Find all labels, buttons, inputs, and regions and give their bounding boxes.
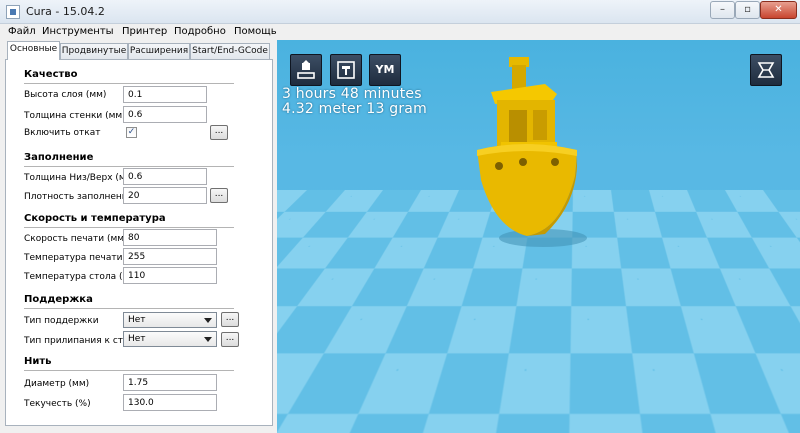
filament-diameter-input[interactable] bbox=[123, 374, 217, 391]
tab-basic[interactable]: Основные bbox=[7, 41, 60, 60]
adhesion-type-select[interactable]: Нет bbox=[123, 331, 217, 347]
layer-height-input[interactable] bbox=[123, 86, 207, 103]
settings-panel: Качество Высота слоя (мм) Толщина стенки… bbox=[5, 59, 273, 426]
section-divider bbox=[24, 227, 234, 228]
bottom-top-thickness-input[interactable] bbox=[123, 168, 207, 185]
menu-help[interactable]: Помощь bbox=[234, 26, 277, 37]
layer-height-label: Высота слоя (мм) bbox=[24, 90, 107, 100]
window-title: Cura - 15.04.2 bbox=[26, 5, 105, 18]
filament-flow-input[interactable] bbox=[123, 394, 217, 411]
retraction-more-button[interactable]: ... bbox=[210, 125, 228, 140]
print-speed-input[interactable] bbox=[123, 229, 217, 246]
support-type-select[interactable]: Нет bbox=[123, 312, 217, 328]
save-toolpath-icon bbox=[337, 61, 355, 79]
retraction-checkbox[interactable]: ✓ bbox=[126, 127, 137, 138]
3d-viewport[interactable]: YM 3 hours 48 minutes 4.32 meter 13 gram bbox=[277, 40, 800, 433]
microphone-icon bbox=[743, 404, 753, 417]
reset-view-button[interactable] bbox=[765, 398, 789, 422]
load-model-icon bbox=[297, 60, 315, 79]
youmagine-share-button[interactable]: YM bbox=[369, 54, 401, 86]
section-divider bbox=[24, 166, 234, 167]
mirror-icon bbox=[375, 392, 393, 408]
retraction-label: Включить откат bbox=[24, 128, 101, 138]
rotate-icon bbox=[297, 390, 315, 407]
adhesion-type-value: Нет bbox=[128, 334, 146, 344]
filament-diameter-label: Диаметр (мм) bbox=[24, 379, 90, 389]
section-fill-title: Заполнение bbox=[24, 152, 94, 163]
support-type-label: Тип поддержки bbox=[24, 316, 99, 326]
filament-flow-label: Текучесть (%) bbox=[24, 399, 91, 409]
minimize-button[interactable]: – bbox=[710, 1, 735, 19]
scale-tool-button[interactable] bbox=[328, 384, 360, 416]
view-mode-button[interactable] bbox=[750, 54, 782, 86]
tab-plugins[interactable]: Расширения bbox=[128, 43, 190, 59]
menu-bar: Файл Инструменты Принтер Подробно Помощь bbox=[0, 24, 800, 41]
wall-thickness-label: Толщина стенки (мм) bbox=[24, 111, 126, 121]
section-speed-temp-title: Скорость и температура bbox=[24, 213, 166, 224]
maximize-button[interactable]: ▫ bbox=[735, 1, 760, 19]
section-filament-title: Нить bbox=[24, 356, 52, 367]
rotate-tool-button[interactable] bbox=[289, 384, 321, 416]
section-divider bbox=[24, 308, 234, 309]
section-quality-title: Качество bbox=[24, 69, 78, 80]
material-usage-text: 4.32 meter 13 gram bbox=[282, 101, 427, 117]
menu-printer[interactable]: Принтер bbox=[122, 26, 167, 37]
bottom-top-thickness-label: Толщина Низ/Верх (мм) bbox=[24, 173, 136, 183]
bed-temperature-label: Температура стола (С) bbox=[24, 272, 133, 282]
print-temperature-label: Температура печати (С) bbox=[24, 253, 139, 263]
view-mode-icon bbox=[757, 62, 775, 78]
fill-density-input[interactable] bbox=[123, 187, 207, 204]
title-bar: Cura - 15.04.2 – ▫ ✕ bbox=[0, 0, 800, 24]
print-time-text: 3 hours 48 minutes bbox=[282, 86, 422, 102]
fill-density-label: Плотность заполнения bbox=[24, 192, 134, 202]
close-button[interactable]: ✕ bbox=[760, 1, 797, 19]
fill-density-more-button[interactable]: ... bbox=[210, 188, 228, 203]
support-type-value: Нет bbox=[128, 315, 146, 325]
menu-file[interactable]: Файл bbox=[8, 26, 36, 37]
chevron-down-icon bbox=[204, 318, 212, 323]
benchy-model[interactable] bbox=[465, 52, 595, 252]
bed-temperature-input[interactable] bbox=[123, 267, 217, 284]
adhesion-type-more-button[interactable]: ... bbox=[221, 332, 239, 347]
menu-expert[interactable]: Подробно bbox=[174, 26, 226, 37]
cura-app-icon bbox=[6, 5, 20, 19]
mirror-tool-button[interactable] bbox=[368, 384, 400, 416]
section-divider bbox=[24, 83, 234, 84]
refresh-icon bbox=[771, 402, 783, 416]
chevron-down-icon bbox=[204, 337, 212, 342]
menu-tools[interactable]: Инструменты bbox=[42, 26, 114, 37]
print-to-card-button[interactable] bbox=[330, 54, 362, 86]
print-speed-label: Скорость печати (мм/с) bbox=[24, 234, 136, 244]
section-support-title: Поддержка bbox=[24, 294, 93, 305]
tab-advanced[interactable]: Продвинутые bbox=[60, 43, 128, 59]
load-model-button[interactable] bbox=[290, 54, 322, 86]
section-divider bbox=[24, 370, 234, 371]
print-temperature-input[interactable] bbox=[123, 248, 217, 265]
microphone-button[interactable] bbox=[736, 398, 760, 422]
scale-icon bbox=[335, 392, 353, 408]
support-type-more-button[interactable]: ... bbox=[221, 312, 239, 327]
tab-start-end-gcode[interactable]: Start/End-GCode bbox=[190, 43, 270, 59]
wall-thickness-input[interactable] bbox=[123, 106, 207, 123]
